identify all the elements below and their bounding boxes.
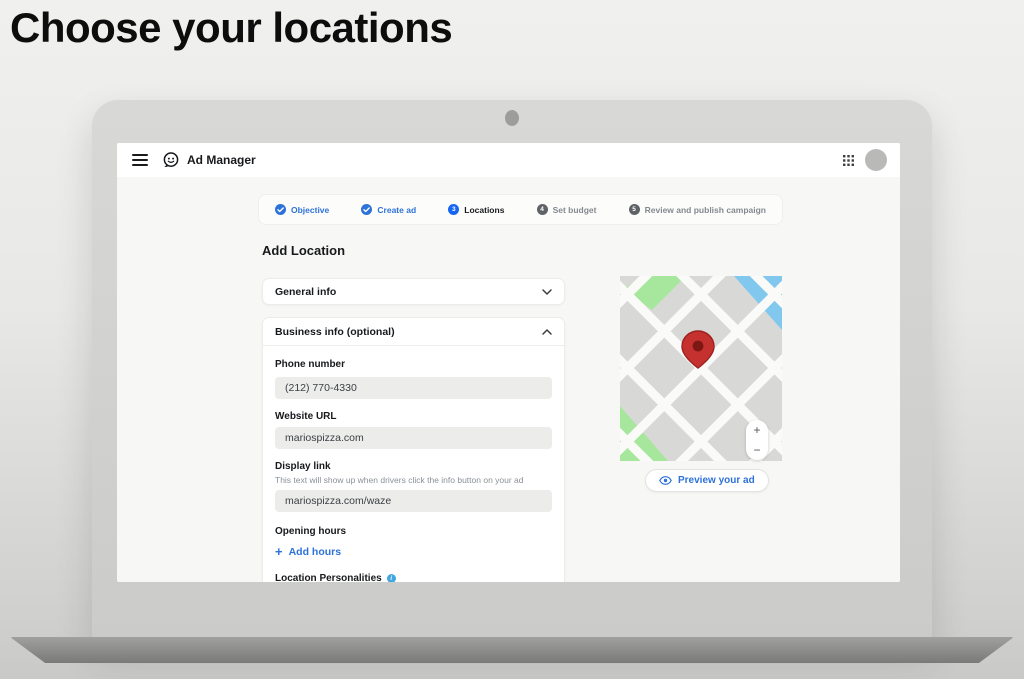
preview-ad-label: Preview your ad xyxy=(678,475,755,486)
form-title: Add Location xyxy=(262,243,345,258)
display-link-helper: This text will show up when drivers clic… xyxy=(275,475,552,485)
location-map[interactable]: + − xyxy=(620,276,782,461)
menu-icon[interactable] xyxy=(132,154,148,166)
accordion-business-info: Business info (optional) Phone number We… xyxy=(262,317,565,582)
display-link-field[interactable] xyxy=(275,490,552,512)
laptop-camera-dot xyxy=(505,110,519,126)
phone-number-field[interactable] xyxy=(275,377,552,399)
avatar[interactable] xyxy=(865,149,887,171)
step-number-badge: 4 xyxy=(537,204,548,215)
step-review-publish[interactable]: 5 Review and publish campaign xyxy=(629,204,766,215)
step-objective[interactable]: Objective xyxy=(275,204,329,215)
opening-hours-label: Opening hours xyxy=(275,526,552,537)
check-icon xyxy=(275,204,286,215)
chevron-down-icon xyxy=(542,289,552,295)
accordion-label: Business info (optional) xyxy=(275,326,395,338)
display-link-label: Display link xyxy=(275,461,552,472)
website-url-label: Website URL xyxy=(275,411,552,422)
app-name: Ad Manager xyxy=(187,153,256,167)
location-personalities-label: Location Personalities xyxy=(275,573,382,582)
step-label: Set budget xyxy=(553,205,597,215)
accordion-general-info[interactable]: General info xyxy=(262,278,565,305)
chevron-up-icon xyxy=(542,329,552,335)
plus-icon: + xyxy=(275,547,283,557)
zoom-in-button[interactable]: + xyxy=(746,420,768,440)
laptop-screen: Ad Manager Objective Create ad xyxy=(117,143,900,582)
accordion-business-header[interactable]: Business info (optional) xyxy=(263,318,564,346)
phone-number-label: Phone number xyxy=(275,359,345,370)
add-hours-button[interactable]: + Add hours xyxy=(275,546,552,558)
accordion-label: General info xyxy=(275,286,336,298)
add-hours-label: Add hours xyxy=(289,546,342,558)
step-label: Create ad xyxy=(377,205,416,215)
app-topbar: Ad Manager xyxy=(117,143,900,178)
map-zoom-control: + − xyxy=(746,420,768,460)
step-number-badge: 5 xyxy=(629,204,640,215)
step-create-ad[interactable]: Create ad xyxy=(361,204,416,215)
eye-icon xyxy=(659,476,672,485)
step-set-budget[interactable]: 4 Set budget xyxy=(537,204,597,215)
page-title: Choose your locations xyxy=(10,4,452,52)
apps-grid-icon[interactable] xyxy=(843,155,854,166)
step-locations[interactable]: 3 Locations xyxy=(448,204,504,215)
accordion-business-body: Phone number Website URL Display link Th… xyxy=(263,346,564,582)
location-personalities-row: Location Personalities i xyxy=(275,573,552,582)
website-url-field[interactable] xyxy=(275,427,552,449)
waze-logo-icon xyxy=(162,151,180,169)
campaign-stepper: Objective Create ad 3 Locations 4 Set bu… xyxy=(258,194,783,225)
step-label: Locations xyxy=(464,205,504,215)
check-icon xyxy=(361,204,372,215)
step-number-badge: 3 xyxy=(448,204,459,215)
step-label: Review and publish campaign xyxy=(645,205,766,215)
main-content: Objective Create ad 3 Locations 4 Set bu… xyxy=(117,177,900,582)
preview-ad-button[interactable]: Preview your ad xyxy=(645,469,769,492)
step-label: Objective xyxy=(291,205,329,215)
info-icon[interactable]: i xyxy=(387,574,396,582)
laptop-base xyxy=(10,637,1014,663)
